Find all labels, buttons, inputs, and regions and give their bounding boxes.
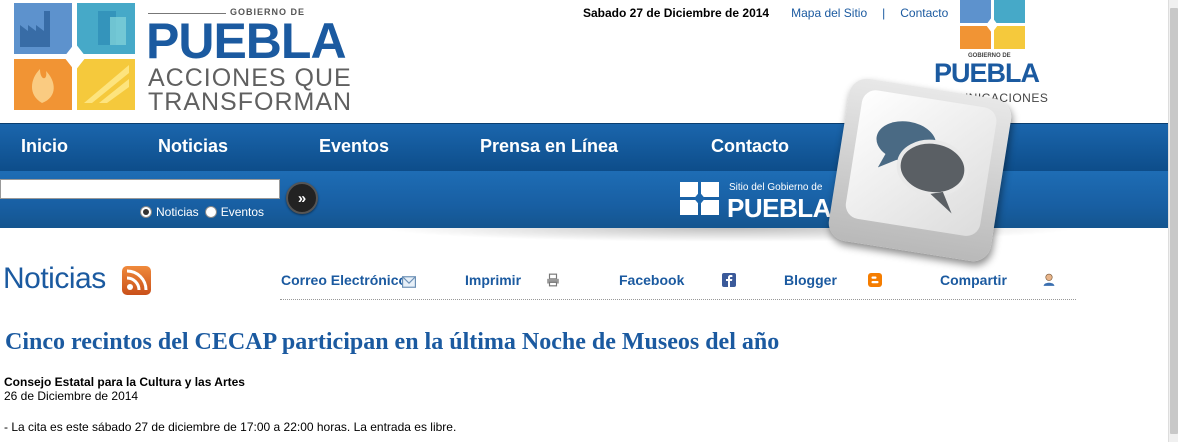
share-link[interactable]: Compartir [940, 272, 1007, 288]
link-separator: | [882, 6, 886, 20]
puebla-mark-icon [680, 182, 719, 215]
printer-icon[interactable] [546, 273, 560, 287]
facebook-icon[interactable] [722, 273, 736, 287]
article-lead: - La cita es este sábado 27 de diciembre… [4, 420, 457, 434]
print-link[interactable]: Imprimir [465, 272, 521, 288]
radio-eventos-label[interactable]: Eventos [221, 205, 264, 219]
scrollbar-thumb[interactable] [1170, 8, 1178, 434]
envelope-icon[interactable] [402, 275, 416, 289]
sitio-big-text: PUEBLA [727, 193, 831, 223]
nav-item-prensa[interactable]: Prensa en Línea [480, 136, 618, 157]
blogger-icon[interactable] [868, 273, 882, 287]
puebla-logo-tiles[interactable] [14, 3, 136, 111]
blogger-link[interactable]: Blogger [784, 272, 837, 288]
rss-icon [126, 269, 148, 291]
radio-eventos[interactable] [204, 206, 217, 218]
sitemap-link[interactable]: Mapa del Sitio [791, 6, 867, 20]
facebook-link[interactable]: Facebook [619, 272, 684, 288]
section-divider [280, 299, 1076, 300]
radio-noticias-label[interactable]: Noticias [156, 205, 199, 219]
chevron-right-icon: » [297, 189, 307, 207]
top-links: Sabado 27 de Diciembre de 2014 Mapa del … [583, 5, 948, 21]
radio-noticias[interactable] [140, 206, 152, 218]
rss-button[interactable] [122, 266, 151, 295]
comm-logo-big-text: PUEBLA [934, 58, 1040, 88]
page-scrollbar[interactable] [1168, 0, 1178, 442]
comm-logo-tiles-icon [960, 0, 1025, 49]
logo-tiles-icon [14, 3, 135, 110]
chat-keycap-graphic [826, 76, 1014, 264]
puebla-logo-text[interactable]: GOBIERNO DE PUEBLA ACCIONES QUE TRANSFOR… [146, 4, 358, 116]
nav-item-eventos[interactable]: Eventos [319, 136, 389, 157]
share-person-icon[interactable] [1042, 273, 1056, 287]
nav-item-noticias[interactable]: Noticias [158, 136, 228, 157]
nav-item-inicio[interactable]: Inicio [21, 136, 68, 157]
chat-bubbles-icon [876, 121, 969, 214]
section-title: Noticias [3, 262, 106, 295]
search-go-button[interactable]: » [286, 182, 318, 214]
nav-item-contacto[interactable]: Contacto [711, 136, 789, 157]
article-organization: Consejo Estatal para la Cultura y las Ar… [4, 375, 245, 389]
logo-big-text: PUEBLA [146, 13, 347, 69]
email-share-link[interactable]: Correo Electrónico [281, 272, 407, 288]
logo-slogan-line1: ACCIONES QUE [148, 64, 352, 92]
sitio-small-text: Sitio del Gobierno de [729, 182, 823, 193]
logo-slogan-line2: TRANSFORMAN [148, 88, 353, 116]
article-date: 26 de Diciembre de 2014 [4, 389, 139, 403]
search-input[interactable] [0, 179, 280, 199]
article-headline: Cinco recintos del CECAP participan en l… [5, 329, 780, 355]
sitio-gobierno-link[interactable]: Sitio del Gobierno de PUEBLA [680, 180, 850, 223]
search-scope-options: Noticias Eventos [140, 205, 270, 219]
current-date: Sabado 27 de Diciembre de 2014 [583, 6, 770, 20]
